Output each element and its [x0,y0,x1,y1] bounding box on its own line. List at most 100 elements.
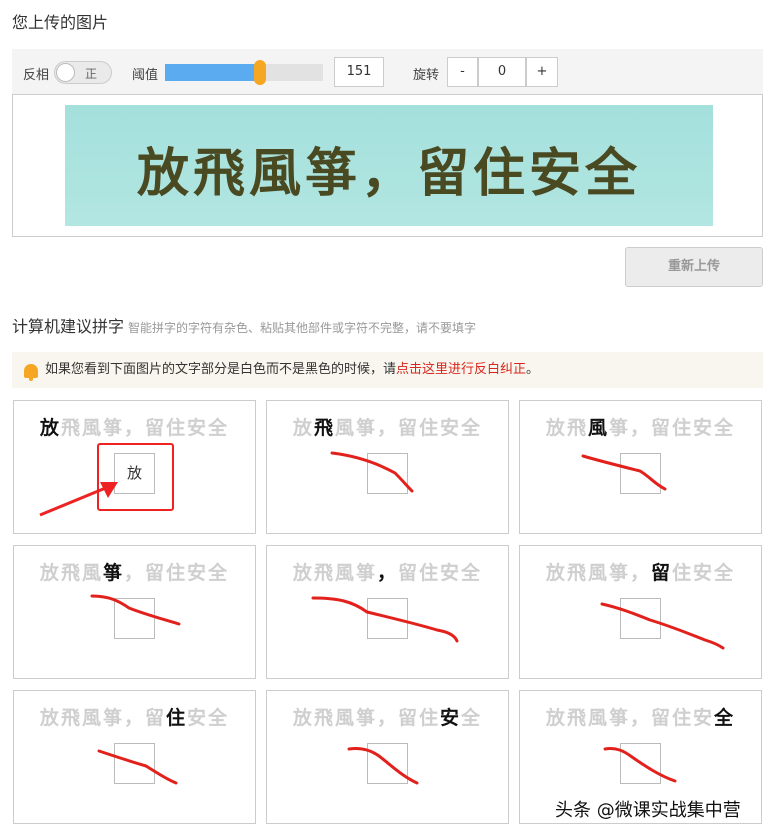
context-char: 留 [145,417,167,439]
context-char: 安 [440,417,462,439]
target-char: 放 [39,417,61,439]
context-char: 安 [187,417,209,439]
invert-correction-link[interactable]: 点击这里进行反白纠正 [396,362,526,377]
context-char: 箏 [355,562,377,584]
context-char: 安 [693,707,715,729]
char-card: 放飛風箏，留住安全 [266,400,509,534]
context-char: 全 [461,417,483,439]
context-char: 放 [545,707,567,729]
context-char: 全 [208,707,230,729]
target-char: 箏 [102,562,124,584]
context-char: 住 [672,417,694,439]
context-char: 飛 [60,707,82,729]
context-char: 全 [714,562,736,584]
slider-thumb[interactable] [253,60,266,85]
context-char: 風 [81,417,103,439]
char-input[interactable] [367,453,408,494]
context-char: 風 [334,707,356,729]
char-strip-image: 放飛風箏，留住安全 [520,413,761,440]
context-char: 飛 [313,707,335,729]
context-char: ， [629,707,651,729]
context-char: 飛 [566,562,588,584]
context-char: ， [376,707,398,729]
context-char: ， [123,562,145,584]
context-char: ， [629,417,651,439]
threshold-slider[interactable] [165,60,323,85]
context-char: 留 [398,562,420,584]
suggest-section-title: 计算机建议拼字 智能拼字的字符有杂色、粘贴其他部件或字符不完整，请不要填字 [12,313,476,337]
char-strip-image: 放飛風箏，留住安全 [267,413,508,440]
char-input[interactable] [367,743,408,784]
context-char: 住 [672,562,694,584]
reupload-button[interactable]: 重新上传 [625,247,763,287]
context-char: 留 [398,707,420,729]
context-char: 風 [587,707,609,729]
context-char: 安 [187,562,209,584]
context-char: 留 [651,417,673,439]
rotate-minus-button[interactable]: - [447,57,478,87]
context-char: 放 [292,417,314,439]
char-input[interactable] [367,598,408,639]
context-char: 留 [651,707,673,729]
watermark: 头条 @微课实战集中营 [555,800,741,821]
context-char: 飛 [566,707,588,729]
context-char: 風 [81,562,103,584]
char-input[interactable] [620,743,661,784]
char-strip-image: 放飛風箏，留住安全 [520,558,761,585]
context-char: 住 [419,707,441,729]
threshold-value-input[interactable]: 151 [334,57,384,87]
char-strip-image: 放飛風箏，留住安全 [14,558,255,585]
context-char: 箏 [608,707,630,729]
char-strip-image: 放飛風箏，留住安全 [14,413,255,440]
context-char: 箏 [355,417,377,439]
context-char: 箏 [102,707,124,729]
context-char: 放 [545,562,567,584]
context-char: 留 [145,562,167,584]
char-card: 放飛風箏，留住安全 [266,690,509,824]
char-input[interactable] [620,453,661,494]
target-char: ， [376,562,398,584]
char-strip-image: 放飛風箏，留住安全 [520,703,761,730]
notice-text-before: 如果您看到下面图片的文字部分是白色而不是黑色的时候，请 [45,362,397,377]
char-card: 放飛風箏，留住安全 [266,545,509,679]
context-char: 風 [334,562,356,584]
context-char: 住 [672,707,694,729]
context-char: 飛 [313,562,335,584]
char-strip-image: 放飛風箏，留住安全 [267,703,508,730]
char-strip-image: 放飛風箏，留住安全 [267,558,508,585]
context-char: ， [123,417,145,439]
target-char: 住 [166,707,188,729]
context-char: 留 [145,707,167,729]
rotate-plus-button[interactable]: + [526,57,558,87]
context-char: 飛 [60,562,82,584]
toggle-knob [56,63,75,82]
threshold-label: 阈值 [132,68,159,83]
context-char: ， [123,707,145,729]
char-card: 放飛風箏，留住安全 [519,400,762,534]
slider-fill [165,64,260,81]
context-char: ， [629,562,651,584]
rotate-label: 旋转 [413,68,440,83]
target-char: 安 [440,707,462,729]
suggest-title: 计算机建议拼字 [12,317,125,336]
char-input[interactable] [114,598,155,639]
invert-toggle[interactable]: 正 [54,61,112,84]
uploaded-image-text: 放飛風箏，留住安全 [136,143,641,204]
char-input[interactable] [114,743,155,784]
char-input[interactable] [620,598,661,639]
target-char: 留 [651,562,673,584]
context-char: 留 [398,417,420,439]
arrow-shaft [39,485,109,517]
invert-notice: 如果您看到下面图片的文字部分是白色而不是黑色的时候，请点击这里进行反白纠正。 [12,352,763,388]
uploaded-image: 放飛風箏，留住安全 [65,105,713,226]
image-toolbar: 反相 正 阈值 151 旋转 - 0 + [12,49,763,95]
context-char: 箏 [608,417,630,439]
rotate-value-input[interactable]: 0 [478,57,526,87]
image-preview: 放飛風箏，留住安全 [12,94,763,237]
char-card: 放飛風箏，留住安全 [13,545,256,679]
context-char: 箏 [102,417,124,439]
context-char: 安 [693,562,715,584]
bell-icon [24,364,38,381]
arrow-annotation [39,482,118,517]
context-char: 全 [714,417,736,439]
